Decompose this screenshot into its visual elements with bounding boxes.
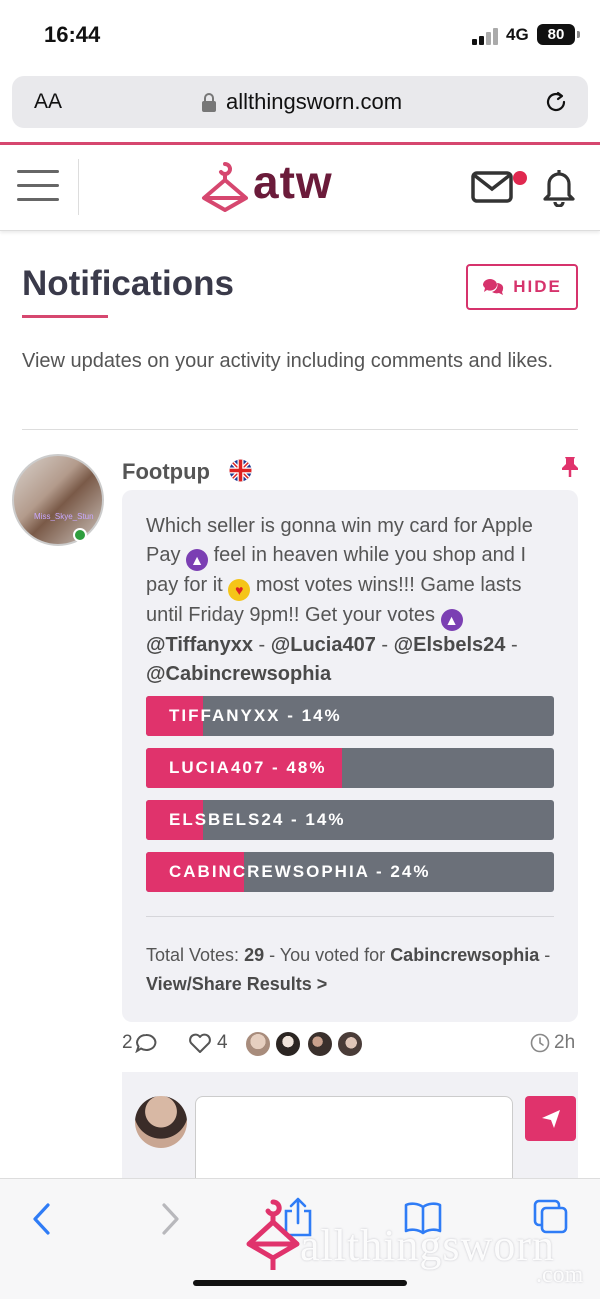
battery-icon: 80 [537,24,580,45]
liker-avatar[interactable] [307,1031,333,1057]
total-votes-label: Total Votes: [146,945,245,965]
mention-link[interactable]: @Elsbels24 [394,634,506,656]
poll-option-label: TIFFANYXX - 14% [169,706,342,725]
message-separator: - [252,634,271,656]
poll-option[interactable]: TIFFANYXX - 14% [146,696,554,736]
like-button[interactable]: 4 [188,1032,228,1054]
home-indicator [193,1280,407,1286]
heart-icon [189,1033,211,1053]
chat-bubbles-icon [483,279,504,295]
comments-button[interactable]: 2 [122,1032,157,1054]
hanger-logo-icon[interactable] [200,160,250,214]
site-header: atw [0,145,600,231]
poll-totals: Total Votes: 29 - You voted for Cabincre… [146,941,556,999]
hide-button[interactable]: HIDE [466,264,578,310]
watermark-text: allthingsworn [300,1221,555,1270]
mention-link[interactable]: @Lucia407 [271,634,376,656]
author-avatar[interactable]: Miss_Skye_Stun [12,454,104,546]
total-votes-count: 29 [244,945,265,965]
paper-plane-icon [541,1109,560,1128]
poll-option[interactable]: CABINCREWSOPHIA - 24% [146,852,554,892]
post-message: Which seller is gonna win my card for Ap… [146,512,546,689]
site-logo-text[interactable]: atw [253,155,333,209]
page-title: Notifications [22,264,234,303]
mention-link[interactable]: @Cabincrewsophia [146,663,331,685]
header-divider [78,159,79,215]
mention-link[interactable]: @Tiffanyxx [146,634,253,656]
devil-emoji-icon: ▲ [186,549,209,571]
network-type: 4G [506,25,529,44]
post-bubble: Which seller is gonna win my card for Ap… [122,490,578,1022]
pin-icon[interactable] [561,456,579,478]
totals-separator: - [539,945,551,965]
current-user-avatar [135,1096,187,1148]
bell-icon[interactable] [541,167,577,207]
online-indicator [73,528,87,542]
poll-option-label: LUCIA407 - 48% [169,758,327,777]
unread-dot [513,171,527,185]
status-bar: 16:44 4G 80 [0,0,600,72]
status-time: 16:44 [44,22,101,47]
poll-option-label: CABINCREWSOPHIA - 24% [169,862,431,881]
url-text[interactable]: allthingsworn.com [226,89,402,115]
send-button[interactable] [525,1096,576,1141]
hanger-watermark-icon [246,1199,300,1270]
like-count: 4 [217,1032,228,1053]
title-underline [22,315,108,318]
text-size-button[interactable]: AA [34,90,62,114]
lock-icon [202,93,216,112]
poll-option[interactable]: ELSBELS24 - 14% [146,800,554,840]
liker-avatar[interactable] [337,1031,363,1057]
reload-icon[interactable] [543,89,569,115]
clock-icon [530,1033,550,1053]
message-separator: - [505,634,518,656]
uk-flag-icon [229,459,252,482]
view-results-link[interactable]: View/Share Results > [146,974,327,994]
voted-for-value: Cabincrewsophia [390,945,540,965]
forward-icon[interactable] [158,1201,182,1237]
voted-for-label: - You voted for [264,945,391,965]
time-ago-text: 2h [554,1032,576,1053]
mail-icon[interactable] [471,171,513,203]
message-separator: - [375,634,394,656]
post-timestamp: 2h [530,1032,575,1054]
comment-count: 2 [122,1032,133,1053]
poll-option[interactable]: LUCIA407 - 48% [146,748,554,788]
signal-icon [472,27,500,45]
devil-emoji-icon: ▲ [440,609,463,631]
hide-button-label: HIDE [513,277,562,296]
watermark-suffix: .com [536,1262,584,1288]
address-bar[interactable]: AA allthingsworn.com [12,76,588,128]
menu-icon[interactable] [17,168,59,204]
heart-eyes-emoji-icon: ♥ [228,579,251,601]
avatar-watermark: Miss_Skye_Stun [34,512,94,521]
divider [22,429,578,430]
text-size-label: AA [34,90,63,113]
post-author[interactable]: Footpup [122,459,210,485]
comment-icon [134,1033,156,1053]
poll-divider [146,916,554,917]
back-icon[interactable] [30,1201,54,1237]
liker-avatar[interactable] [245,1031,271,1057]
poll-option-label: ELSBELS24 - 14% [169,810,346,829]
page-description: View updates on your activity including … [22,350,554,372]
liker-avatar[interactable] [275,1031,301,1057]
